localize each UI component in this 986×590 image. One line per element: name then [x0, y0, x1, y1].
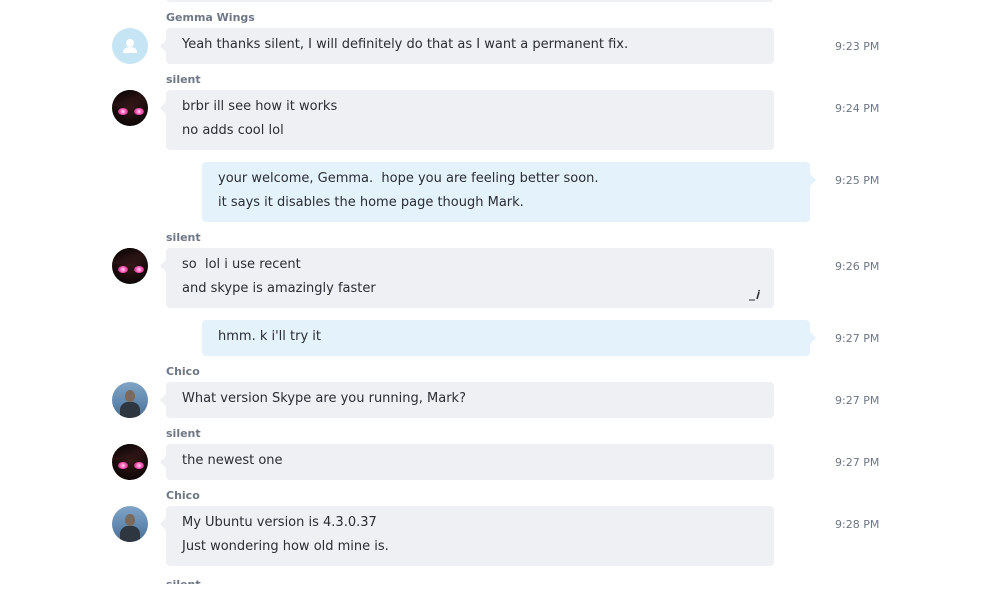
message-timestamp: 9:28 PM — [835, 518, 880, 531]
message-timestamp: 9:27 PM — [835, 332, 880, 345]
default-avatar-icon[interactable] — [112, 28, 148, 64]
sender-name[interactable]: silent — [166, 231, 201, 244]
chico-avatar-icon[interactable] — [112, 382, 148, 418]
sender-name-cut-off[interactable]: silent — [166, 578, 201, 584]
message-bubble[interactable]: so lol i use recent and skype is amazing… — [160, 248, 774, 308]
message-bubble[interactable]: What version Skype are you running, Mark… — [160, 382, 774, 418]
message-text: no adds cool lol — [182, 123, 284, 138]
edit-pencil-icon — [749, 290, 760, 301]
chico-avatar-icon[interactable] — [112, 506, 148, 542]
message-timestamp: 9:27 PM — [835, 394, 880, 407]
message-text: Yeah thanks silent, I will definitely do… — [182, 37, 629, 52]
message-bubble[interactable]: Yeah thanks silent, I will definitely do… — [160, 28, 774, 64]
message-timestamp: 9:26 PM — [835, 260, 880, 273]
sender-name[interactable]: Gemma Wings — [166, 11, 255, 24]
outgoing-message-bubble[interactable]: hmm. k i'll try it — [202, 320, 816, 356]
message-bubble[interactable]: brbr ill see how it works no adds cool l… — [160, 90, 774, 150]
message-text: What version Skype are you running, Mark… — [182, 391, 466, 406]
sender-name[interactable]: silent — [166, 427, 201, 440]
outgoing-message-bubble[interactable]: your welcome, Gemma. hope you are feelin… — [202, 162, 816, 222]
message-timestamp: 9:24 PM — [835, 102, 880, 115]
message-text: hmm. k i'll try it — [218, 329, 322, 344]
message-text: Just wondering how old mine is. — [182, 539, 389, 554]
silent-avatar-icon[interactable] — [112, 444, 148, 480]
silent-avatar-icon[interactable] — [112, 90, 148, 126]
message-bubble[interactable]: My Ubuntu version is 4.3.0.37 Just wonde… — [160, 506, 774, 566]
message-bubble[interactable]: the newest one — [160, 444, 774, 480]
message-text: your welcome, Gemma. hope you are feelin… — [218, 171, 599, 186]
sender-name[interactable]: Chico — [166, 489, 200, 502]
silent-avatar-icon[interactable] — [112, 248, 148, 284]
message-text: the newest one — [182, 453, 283, 468]
message-timestamp: 9:27 PM — [835, 456, 880, 469]
sender-name[interactable]: silent — [166, 73, 201, 86]
message-text: and skype is amazingly faster — [182, 281, 376, 296]
previous-message-bubble-edge — [166, 0, 774, 2]
message-timestamp: 9:25 PM — [835, 174, 880, 187]
message-timestamp: 9:23 PM — [835, 40, 880, 53]
message-text: so lol i use recent — [182, 257, 301, 272]
sender-name[interactable]: Chico — [166, 365, 200, 378]
message-text: it says it disables the home page though… — [218, 195, 524, 210]
message-text: brbr ill see how it works — [182, 99, 338, 114]
message-text: My Ubuntu version is 4.3.0.37 — [182, 515, 377, 530]
